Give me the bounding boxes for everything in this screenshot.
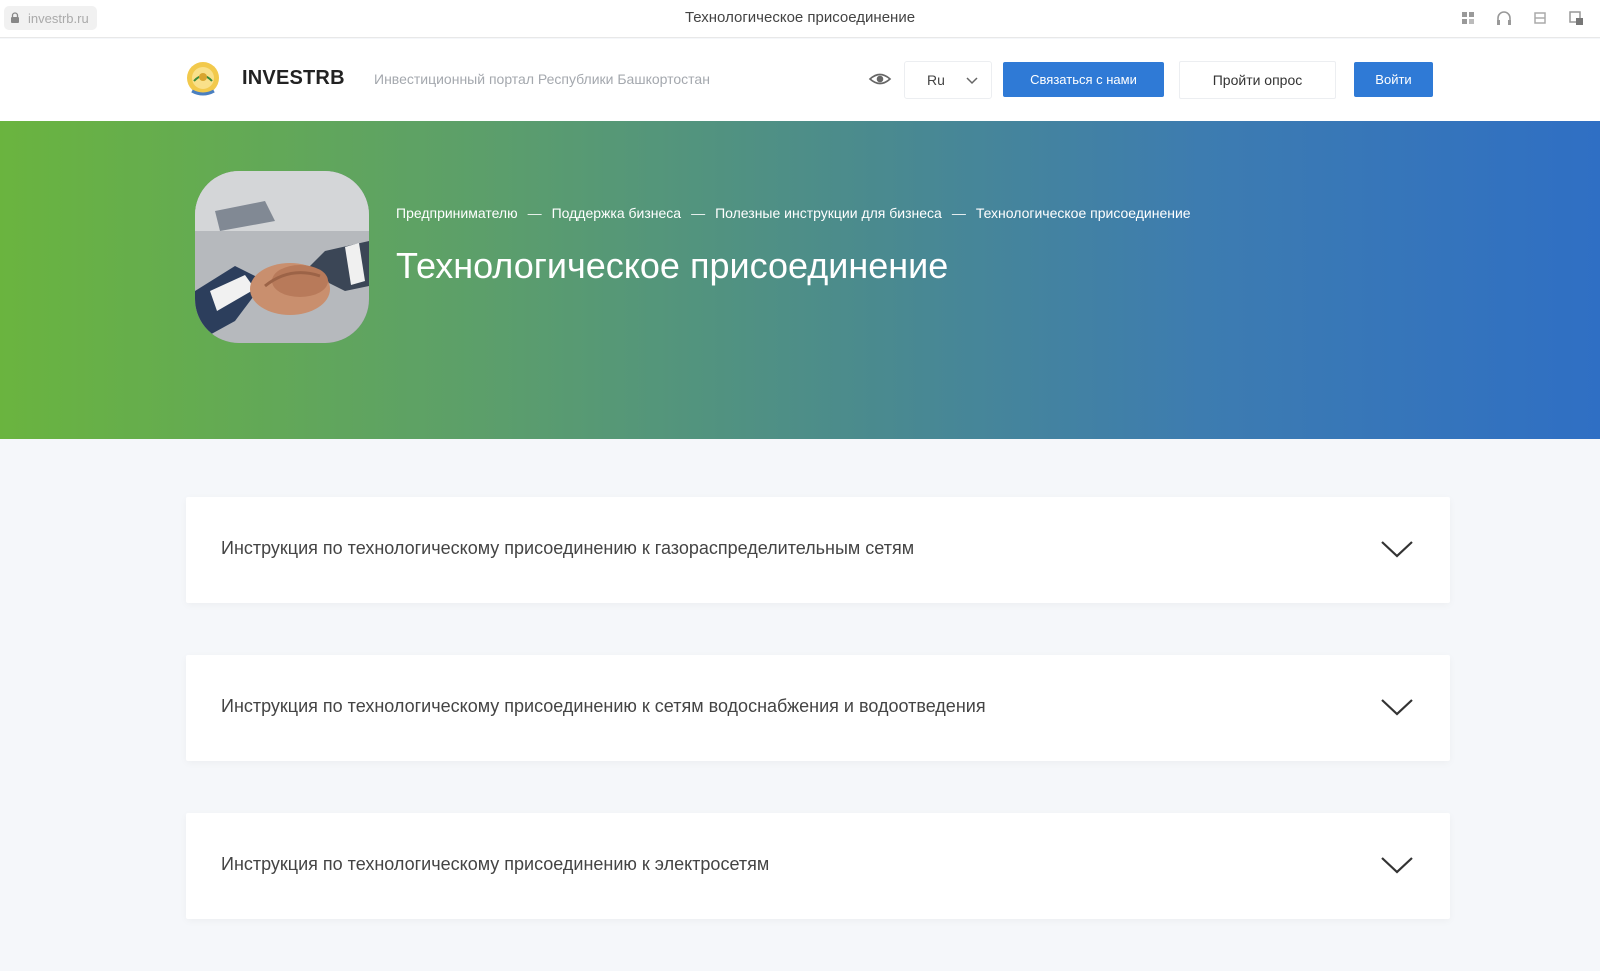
headphones-icon[interactable]	[1494, 8, 1514, 28]
chevron-down-icon	[966, 77, 978, 85]
tab-title: Технологическое присоединение	[684, 9, 916, 26]
site-header: INVESTRB Инвестиционный портал Республик…	[0, 39, 1600, 121]
handshake-illustration	[195, 171, 369, 343]
accordion-item-label: Инструкция по технологическому присоедин…	[221, 854, 770, 874]
chevron-down-icon[interactable]	[1380, 697, 1414, 717]
breadcrumb-item-current: Технологическое присоединение	[975, 205, 1191, 221]
accordion-item-electric[interactable]: Инструкция по технологическому присоедин…	[186, 813, 1450, 919]
browser-toolbar	[1458, 8, 1586, 28]
breadcrumb-separator: —	[527, 205, 542, 221]
login-button[interactable]: Войти	[1354, 62, 1433, 97]
breadcrumb-item-useful-instructions[interactable]: Полезные инструкции для бизнеса	[715, 205, 942, 221]
language-select[interactable]: Ru	[904, 61, 992, 99]
accordion-item-label: Инструкция по технологическому присоедин…	[221, 538, 915, 558]
chevron-down-icon[interactable]	[1380, 539, 1414, 559]
hero-banner: Предпринимателю — Поддержка бизнеса — По…	[0, 121, 1600, 439]
instructions-accordion: Инструкция по технологическому присоедин…	[186, 497, 1450, 971]
site-tagline: Инвестиционный портал Республики Башкорт…	[374, 71, 710, 87]
accordion-item-water[interactable]: Инструкция по технологическому присоедин…	[186, 655, 1450, 761]
page-title: Технологическое присоединение	[396, 245, 949, 286]
breadcrumb-separator: —	[691, 205, 706, 221]
accordion-item-label: Инструкция по технологическому присоедин…	[221, 696, 986, 716]
language-value: Ru	[927, 72, 945, 88]
breadcrumb-item-entrepreneur[interactable]: Предпринимателю	[396, 205, 518, 221]
handshake-image	[195, 171, 369, 343]
contact-us-button[interactable]: Связаться с нами	[1003, 62, 1164, 97]
breadcrumb-item-business-support[interactable]: Поддержка бизнеса	[552, 205, 682, 221]
accessibility-eye-icon[interactable]	[868, 69, 892, 89]
browser-chrome: investrb.ru Технологическое присоединени…	[0, 0, 1600, 38]
chevron-down-icon[interactable]	[1380, 855, 1414, 875]
extensions-icon[interactable]	[1458, 8, 1478, 28]
downloads-icon[interactable]	[1566, 8, 1586, 28]
bashkortostan-emblem-icon[interactable]	[184, 59, 222, 99]
breadcrumb-separator: —	[951, 205, 966, 221]
accordion-item-gas[interactable]: Инструкция по технологическому присоедин…	[186, 497, 1450, 603]
menu-icon[interactable]	[1530, 8, 1550, 28]
brand-name[interactable]: INVESTRB	[242, 67, 345, 90]
breadcrumb: Предпринимателю — Поддержка бизнеса — По…	[396, 205, 1191, 221]
take-survey-button[interactable]: Пройти опрос	[1179, 61, 1336, 99]
